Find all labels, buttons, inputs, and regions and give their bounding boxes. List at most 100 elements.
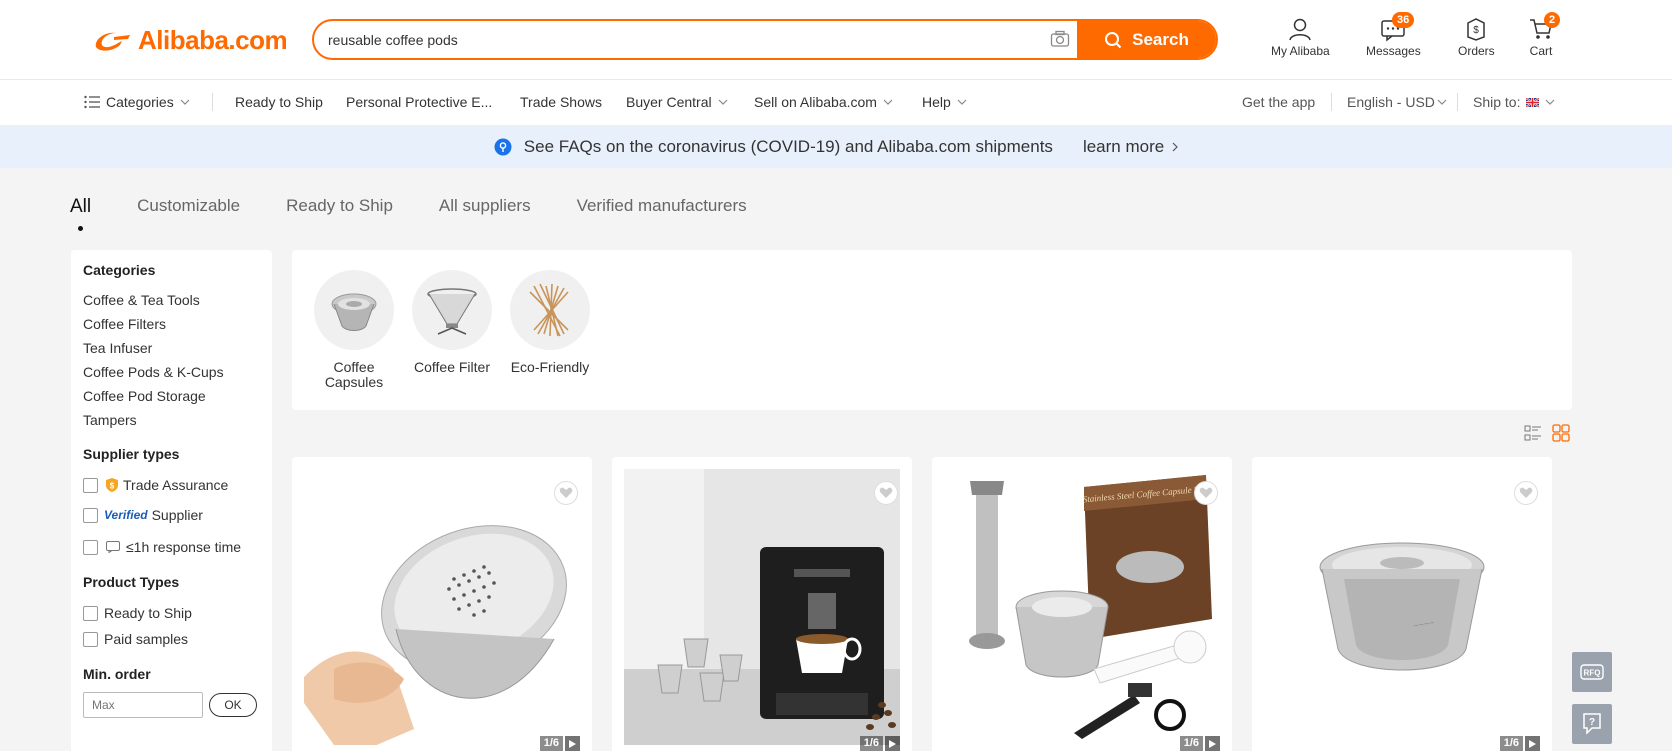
image-count: 1/6	[539, 736, 563, 751]
supplier-types-heading: Supplier types	[83, 446, 180, 462]
nav-buyer-central[interactable]: Buyer Central	[626, 94, 728, 110]
image-count: 1/6	[859, 736, 883, 751]
svg-text:$: $	[110, 482, 115, 491]
chip-label: Coffee Capsules	[324, 359, 384, 390]
chip-coffee-capsules[interactable]: Coffee Capsules	[306, 270, 402, 390]
favorite-button[interactable]	[1194, 481, 1218, 505]
ready-to-ship-filter[interactable]: Ready to Ship	[83, 600, 260, 626]
nav-ppe[interactable]: Personal Protective E...	[346, 94, 492, 110]
chip-image	[412, 270, 492, 350]
chat-icon	[106, 541, 120, 553]
chip-eco-friendly[interactable]: Eco-Friendly	[502, 270, 598, 375]
tab-all[interactable]: All	[70, 196, 91, 231]
category-link[interactable]: Coffee Pod Storage	[83, 384, 260, 408]
cart-badge: 2	[1544, 12, 1561, 28]
cart-link[interactable]: 2 Cart	[1528, 12, 1561, 58]
min-order-input[interactable]	[83, 692, 203, 718]
tab-customizable[interactable]: Customizable	[137, 196, 240, 218]
nav-trade-shows[interactable]: Trade Shows	[520, 94, 602, 110]
chevron-down-icon	[1437, 99, 1447, 105]
nav-ship-to[interactable]: Ship to:	[1473, 94, 1555, 110]
nav-get-app[interactable]: Get the app	[1242, 94, 1315, 110]
paid-samples-filter[interactable]: Paid samples	[83, 626, 260, 652]
covid-notice-banner: See FAQs on the coronavirus (COVID-19) a…	[0, 125, 1672, 168]
nav-sell[interactable]: Sell on Alibaba.com	[754, 94, 893, 110]
video-play-button[interactable]	[885, 736, 900, 751]
checkbox[interactable]	[83, 477, 98, 493]
cart-label: Cart	[1529, 44, 1553, 58]
rfq-label: RFQ	[1584, 669, 1601, 678]
nav-sell-label: Sell on Alibaba.com	[754, 94, 877, 110]
checkbox[interactable]	[83, 631, 98, 647]
response-time-filter[interactable]: ≤1h response time	[83, 534, 260, 560]
image-counter: 1/6	[859, 736, 900, 751]
category-link[interactable]: Tampers	[83, 408, 260, 432]
trade-assurance-icon: $	[106, 478, 118, 492]
feedback-button[interactable]: ?	[1572, 704, 1612, 744]
nav-help[interactable]: Help	[922, 94, 967, 110]
product-card[interactable]: 1/6	[292, 457, 592, 751]
list-view-icon[interactable]	[1524, 424, 1542, 442]
checkbox[interactable]	[83, 539, 98, 555]
category-link[interactable]: Coffee Filters	[83, 312, 260, 336]
product-card[interactable]: 1/6	[612, 457, 912, 751]
chip-image	[314, 270, 394, 350]
trade-assurance-filter[interactable]: $ Trade Assurance	[83, 472, 260, 498]
image-counter: 1/6	[1179, 736, 1220, 751]
verified-supplier-filter[interactable]: Verified Supplier	[83, 502, 260, 528]
orders-link[interactable]: $ Orders	[1458, 16, 1495, 58]
chevron-down-icon	[883, 99, 893, 105]
favorite-button[interactable]	[1514, 481, 1538, 505]
capsule-icon	[331, 293, 377, 331]
image-count: 1/6	[1499, 736, 1523, 751]
learn-more-link[interactable]: learn more	[1083, 137, 1179, 157]
category-link[interactable]: Coffee Pods & K-Cups	[83, 360, 260, 384]
product-card[interactable]: ~~~~ 1/6	[1252, 457, 1552, 751]
camera-icon[interactable]	[1050, 30, 1070, 48]
checkbox[interactable]	[83, 605, 98, 621]
search-input[interactable]	[328, 21, 1048, 58]
alibaba-logo[interactable]: Alibaba.com	[92, 25, 288, 56]
trade-assurance-label: Trade Assurance	[123, 477, 229, 493]
min-order-ok-button[interactable]: OK	[209, 693, 257, 717]
favorite-button[interactable]	[554, 481, 578, 505]
product-image[interactable]: Stainless Steel Coffee Capsule Set	[944, 469, 1220, 745]
checkbox[interactable]	[83, 507, 98, 523]
image-counter: 1/6	[539, 736, 580, 751]
video-play-button[interactable]	[1525, 736, 1540, 751]
tab-verified-manufacturers[interactable]: Verified manufacturers	[577, 196, 747, 218]
nav-language-label: English - USD	[1347, 94, 1435, 110]
nav-ready-to-ship[interactable]: Ready to Ship	[235, 94, 323, 110]
result-filter-tabs: All Customizable Ready to Ship All suppl…	[70, 196, 793, 231]
nav-categories[interactable]: Categories	[84, 94, 190, 110]
video-play-button[interactable]	[565, 736, 580, 751]
my-alibaba-link[interactable]: My Alibaba	[1271, 16, 1330, 58]
tab-all-suppliers[interactable]: All suppliers	[439, 196, 531, 218]
chevron-down-icon	[718, 99, 728, 105]
product-card[interactable]: Stainless Steel Coffee Capsule Set 1/6	[932, 457, 1232, 751]
product-image[interactable]	[304, 469, 580, 745]
category-link[interactable]: Coffee & Tea Tools	[83, 288, 260, 312]
nav-ppe-label: Personal Protective E...	[346, 94, 493, 110]
category-link[interactable]: Tea Infuser	[83, 336, 260, 360]
chip-coffee-filter[interactable]: Coffee Filter	[404, 270, 500, 375]
favorite-button[interactable]	[874, 481, 898, 505]
video-play-button[interactable]	[1205, 736, 1220, 751]
image-count: 1/6	[1179, 736, 1203, 751]
tab-ready-to-ship[interactable]: Ready to Ship	[286, 196, 393, 218]
search-button[interactable]: Search	[1077, 21, 1216, 58]
nav-buyer-central-label: Buyer Central	[626, 94, 712, 110]
product-image[interactable]	[624, 469, 900, 745]
play-icon	[1529, 739, 1536, 748]
stirrer-sticks-icon	[529, 283, 569, 337]
alibaba-logo-icon	[95, 32, 130, 51]
grid-view-icon[interactable]	[1552, 424, 1570, 442]
nav-divider	[212, 93, 213, 111]
product-image[interactable]: ~~~~	[1264, 469, 1540, 745]
ready-to-ship-label: Ready to Ship	[104, 605, 192, 621]
nav-language[interactable]: English - USD	[1347, 94, 1447, 110]
rfq-button[interactable]: RFQ	[1572, 652, 1612, 692]
min-order-heading: Min. order	[83, 666, 151, 682]
messages-link[interactable]: 36 Messages	[1366, 12, 1421, 58]
chip-image	[510, 270, 590, 350]
